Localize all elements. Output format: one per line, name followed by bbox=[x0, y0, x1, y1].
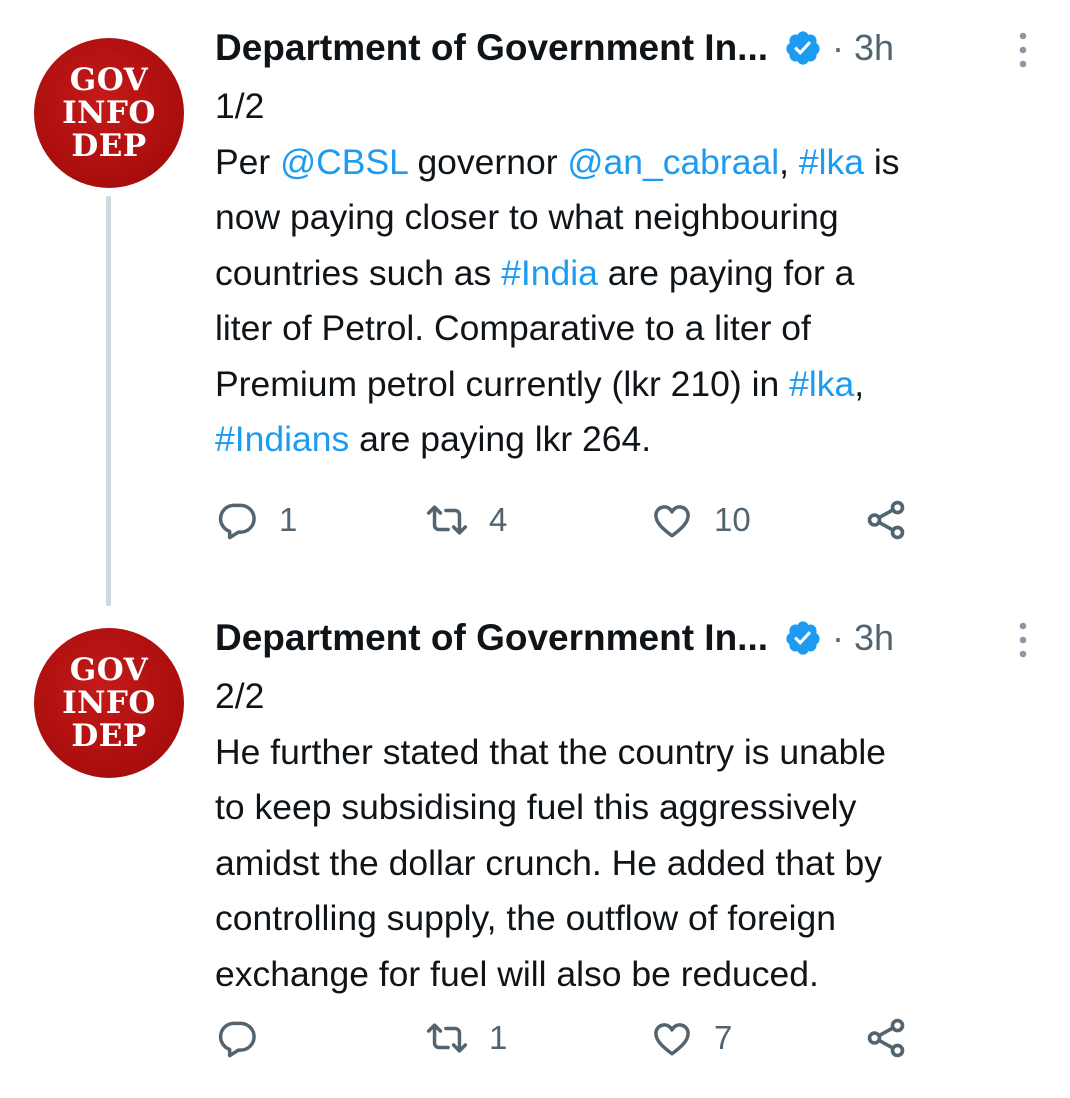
avatar-text: INFO bbox=[62, 94, 156, 131]
tweet-text-run: He further stated that the country is un… bbox=[215, 731, 886, 772]
thread-label: 2/2 bbox=[215, 676, 265, 716]
tweet-text-line: countries such as #India are paying for … bbox=[215, 246, 1045, 302]
hashtag-link[interactable]: #India bbox=[501, 253, 598, 293]
author-name[interactable]: Department of Government In... bbox=[215, 27, 768, 69]
retweet-button[interactable]: 1 bbox=[425, 1010, 507, 1066]
tweet-header: Department of Government In... · 3h bbox=[215, 614, 894, 662]
reply-button[interactable]: 1 bbox=[215, 492, 297, 548]
tweet-text-run: now paying closer to what neighbouring bbox=[215, 197, 839, 237]
tweet-actions: 1 7 bbox=[215, 1010, 935, 1066]
avatar-text: DEP bbox=[71, 717, 147, 754]
verified-badge-icon bbox=[784, 29, 822, 67]
hashtag-link[interactable]: #Indians bbox=[215, 419, 349, 459]
retweet-icon bbox=[426, 505, 468, 535]
share-icon bbox=[867, 1018, 905, 1058]
avatar-text: GOV bbox=[69, 651, 149, 688]
retweet-icon bbox=[426, 1023, 468, 1053]
tweet-text-run: to keep subsidising fuel this aggressive… bbox=[215, 787, 857, 827]
like-button[interactable]: 10 bbox=[650, 492, 751, 548]
tweet-text-line: liter of Petrol. Comparative to a liter … bbox=[215, 301, 1045, 357]
verified-badge-icon bbox=[784, 619, 822, 657]
tweet-text-run: are paying for a bbox=[597, 252, 855, 293]
like-icon bbox=[654, 1023, 690, 1056]
like-icon bbox=[654, 505, 690, 538]
avatar[interactable]: GOV INFO DEP bbox=[34, 628, 184, 778]
tweet-text-run: are paying lkr 264. bbox=[349, 419, 652, 459]
avatar[interactable]: GOV INFO DEP bbox=[34, 38, 184, 188]
tweet-text-run: countries such as bbox=[215, 252, 502, 293]
tweet-text-run: liter of Petrol. Comparative to a liter … bbox=[215, 308, 811, 348]
timestamp[interactable]: · 3h bbox=[832, 27, 894, 69]
avatar-text: DEP bbox=[71, 127, 147, 164]
tweet[interactable]: GOV INFO DEP Department of Government In… bbox=[0, 0, 1070, 606]
tweet-text-line: controlling supply, the outflow of forei… bbox=[215, 891, 1045, 947]
retweet-count: 1 bbox=[489, 1019, 508, 1056]
more-options-icon[interactable] bbox=[1015, 620, 1031, 660]
tweet-text-line: now paying closer to what neighbouring bbox=[215, 190, 1045, 246]
reply-button[interactable] bbox=[215, 1010, 279, 1066]
retweet-count: 4 bbox=[489, 501, 508, 538]
tweet-text-line: #Indians are paying lkr 264. bbox=[215, 412, 1045, 468]
more-options-icon[interactable] bbox=[1015, 30, 1031, 70]
tweet-text-line: Premium petrol currently (lkr 210) in #l… bbox=[215, 357, 1045, 413]
share-button[interactable] bbox=[863, 492, 909, 548]
tweet-text-run: exchange for fuel will also be reduced. bbox=[215, 953, 819, 994]
avatar-text: INFO bbox=[62, 684, 156, 721]
tweet[interactable]: GOV INFO DEP Department of Government In… bbox=[0, 590, 1070, 1098]
tweet-actions: 1 4 10 bbox=[215, 492, 935, 548]
avatar-text: GOV bbox=[69, 61, 149, 98]
tweet-text-line: He further stated that the country is un… bbox=[215, 725, 1045, 781]
tweet-text: 2/2 He further stated that the country i… bbox=[215, 669, 1045, 1002]
tweet-text-run: is bbox=[863, 141, 900, 182]
retweet-button[interactable]: 4 bbox=[425, 492, 507, 548]
mention-link[interactable]: @CBSL bbox=[280, 142, 407, 182]
thread-connector-line bbox=[106, 196, 111, 606]
hashtag-link[interactable]: #lka bbox=[789, 364, 854, 404]
tweet-header: Department of Government In... · 3h bbox=[215, 24, 894, 72]
mention-link[interactable]: @an_cabraal bbox=[567, 142, 779, 182]
tweet-text: 1/2 Per @CBSL governor @an_cabraal, #lka… bbox=[215, 79, 1045, 468]
like-button[interactable]: 7 bbox=[650, 1010, 732, 1066]
share-icon bbox=[867, 500, 905, 540]
tweet-text-line: amidst the dollar crunch. He added that … bbox=[215, 836, 1045, 892]
timestamp[interactable]: · 3h bbox=[832, 617, 894, 659]
tweet-text-run: , bbox=[854, 363, 865, 404]
author-name[interactable]: Department of Government In... bbox=[215, 617, 768, 659]
tweet-text-run: governor bbox=[407, 141, 568, 182]
tweet-text-run: amidst the dollar crunch. He added that … bbox=[215, 842, 882, 883]
tweet-text-run: , bbox=[779, 141, 799, 182]
reply-icon bbox=[218, 1021, 256, 1058]
reply-icon bbox=[218, 503, 256, 540]
like-count: 10 bbox=[714, 501, 751, 538]
tweet-text-line: to keep subsidising fuel this aggressive… bbox=[215, 780, 1045, 836]
tweet-text-line: Per @CBSL governor @an_cabraal, #lka is bbox=[215, 135, 1045, 191]
tweet-text-run: Per bbox=[215, 141, 281, 182]
reply-count: 1 bbox=[279, 501, 298, 538]
share-button[interactable] bbox=[863, 1010, 909, 1066]
tweet-text-run: controlling supply, the outflow of forei… bbox=[215, 898, 836, 938]
hashtag-link[interactable]: #lka bbox=[799, 142, 864, 182]
tweet-text-run: Premium petrol currently (lkr 210) in bbox=[215, 363, 790, 404]
tweet-text-line: exchange for fuel will also be reduced. bbox=[215, 947, 1045, 1003]
thread-label: 1/2 bbox=[215, 86, 265, 126]
like-count: 7 bbox=[714, 1019, 733, 1056]
